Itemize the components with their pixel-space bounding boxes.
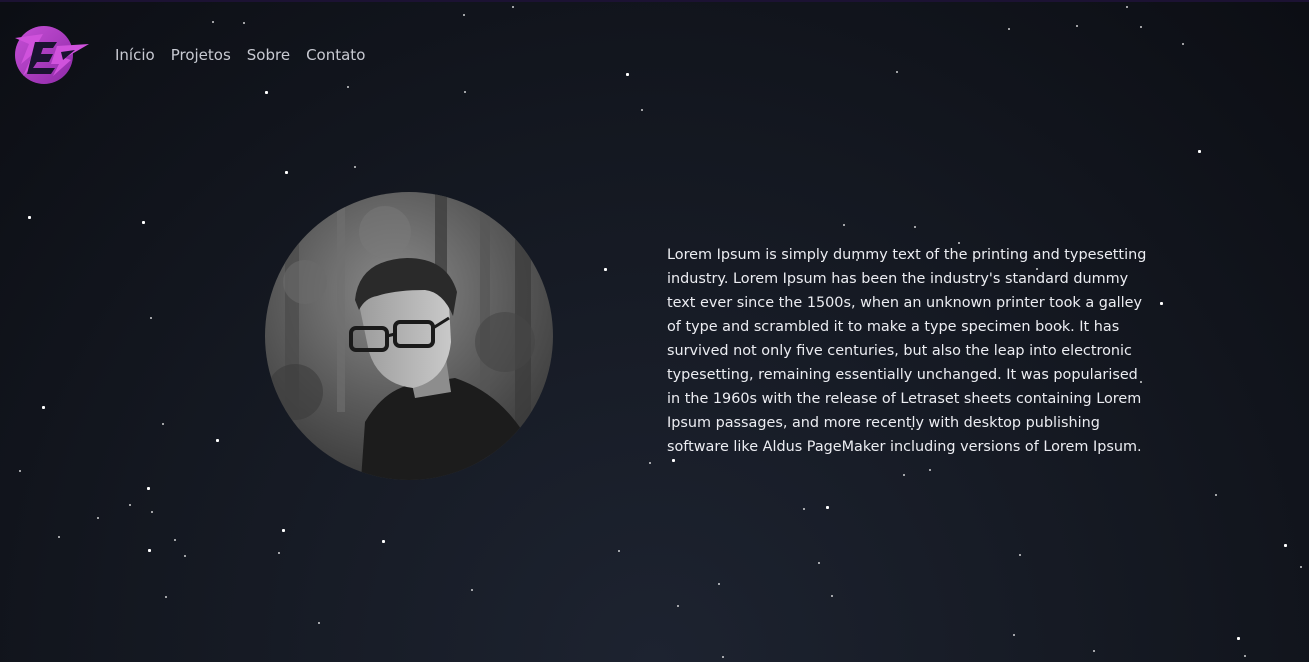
profile-avatar <box>265 192 553 480</box>
nav-link-sobre[interactable]: Sobre <box>247 46 290 64</box>
nav-link-inicio[interactable]: Início <box>115 46 155 64</box>
lightning-monogram-logo-icon[interactable] <box>13 24 91 86</box>
nav-link-projetos[interactable]: Projetos <box>171 46 231 64</box>
nav-link-contato[interactable]: Contato <box>306 46 365 64</box>
top-accent-line <box>0 0 1309 2</box>
profile-photo-image <box>265 192 553 480</box>
bio-paragraph: Lorem Ipsum is simply dummy text of the … <box>667 247 1147 456</box>
site-header: Início Projetos Sobre Contato <box>13 24 381 86</box>
main-nav: Início Projetos Sobre Contato <box>115 46 381 64</box>
